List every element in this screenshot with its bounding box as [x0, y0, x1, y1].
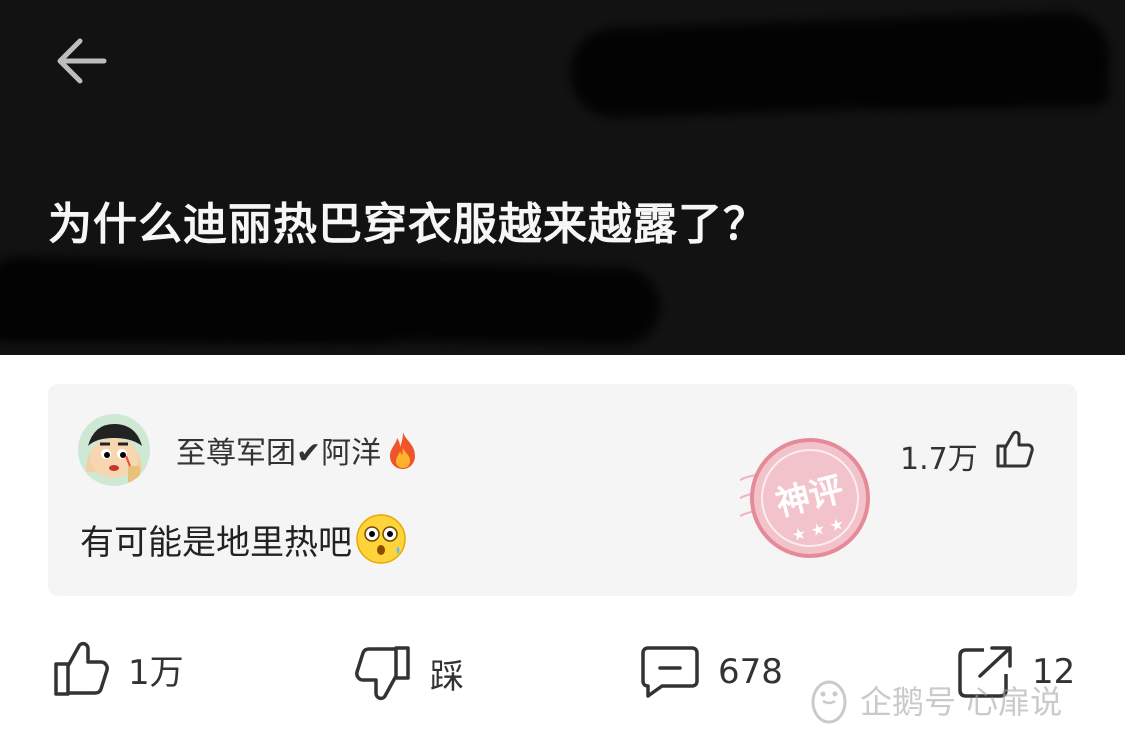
thumbs-down-icon [355, 646, 410, 701]
thumbs-up-icon [54, 641, 109, 696]
comment-button[interactable]: 678 [640, 644, 783, 700]
back-arrow-icon [57, 38, 107, 84]
comment-bubble-icon [641, 646, 699, 698]
avatar[interactable] [78, 414, 150, 486]
comment-text: 有可能是地里热吧 [80, 522, 352, 563]
hot-comment-card[interactable]: 神评 ★ ★ ★ 至尊军团✔阿洋 1.7万 有可能是地里热吧 [48, 384, 1077, 596]
comment-count: 678 [718, 652, 783, 692]
comment-body: 有可能是地里热吧 [80, 512, 408, 566]
shocked-face-icon [356, 514, 406, 564]
thumbs-up-icon[interactable] [994, 428, 1034, 470]
like-button[interactable]: 1万 [52, 640, 184, 698]
like-count: 1万 [128, 652, 184, 693]
question-header: 为什么迪丽热巴穿衣服越来越露了？ [0, 0, 1125, 355]
author-name[interactable]: 至尊军团✔阿洋 [176, 428, 381, 472]
hot-comment-stamp-icon: 神评 ★ ★ ★ [740, 438, 870, 558]
redaction-blur [0, 296, 400, 342]
redaction-blur [870, 72, 1110, 106]
watermark: 企鹅号 心扉说 [808, 676, 1062, 724]
dislike-button[interactable]: 踩 [354, 644, 464, 702]
author-row[interactable]: 至尊军团✔阿洋 [176, 428, 421, 472]
fire-icon [390, 432, 416, 469]
dislike-label: 踩 [430, 656, 464, 697]
penguin-logo-icon [811, 680, 847, 724]
back-button[interactable] [48, 30, 114, 92]
cartoon-boy-avatar-icon [78, 414, 150, 486]
watermark-text: 企鹅号 心扉说 [860, 683, 1063, 721]
hot-comment-like-count: 1.7万 [900, 442, 978, 477]
question-title: 为什么迪丽热巴穿衣服越来越露了？ [48, 199, 768, 250]
